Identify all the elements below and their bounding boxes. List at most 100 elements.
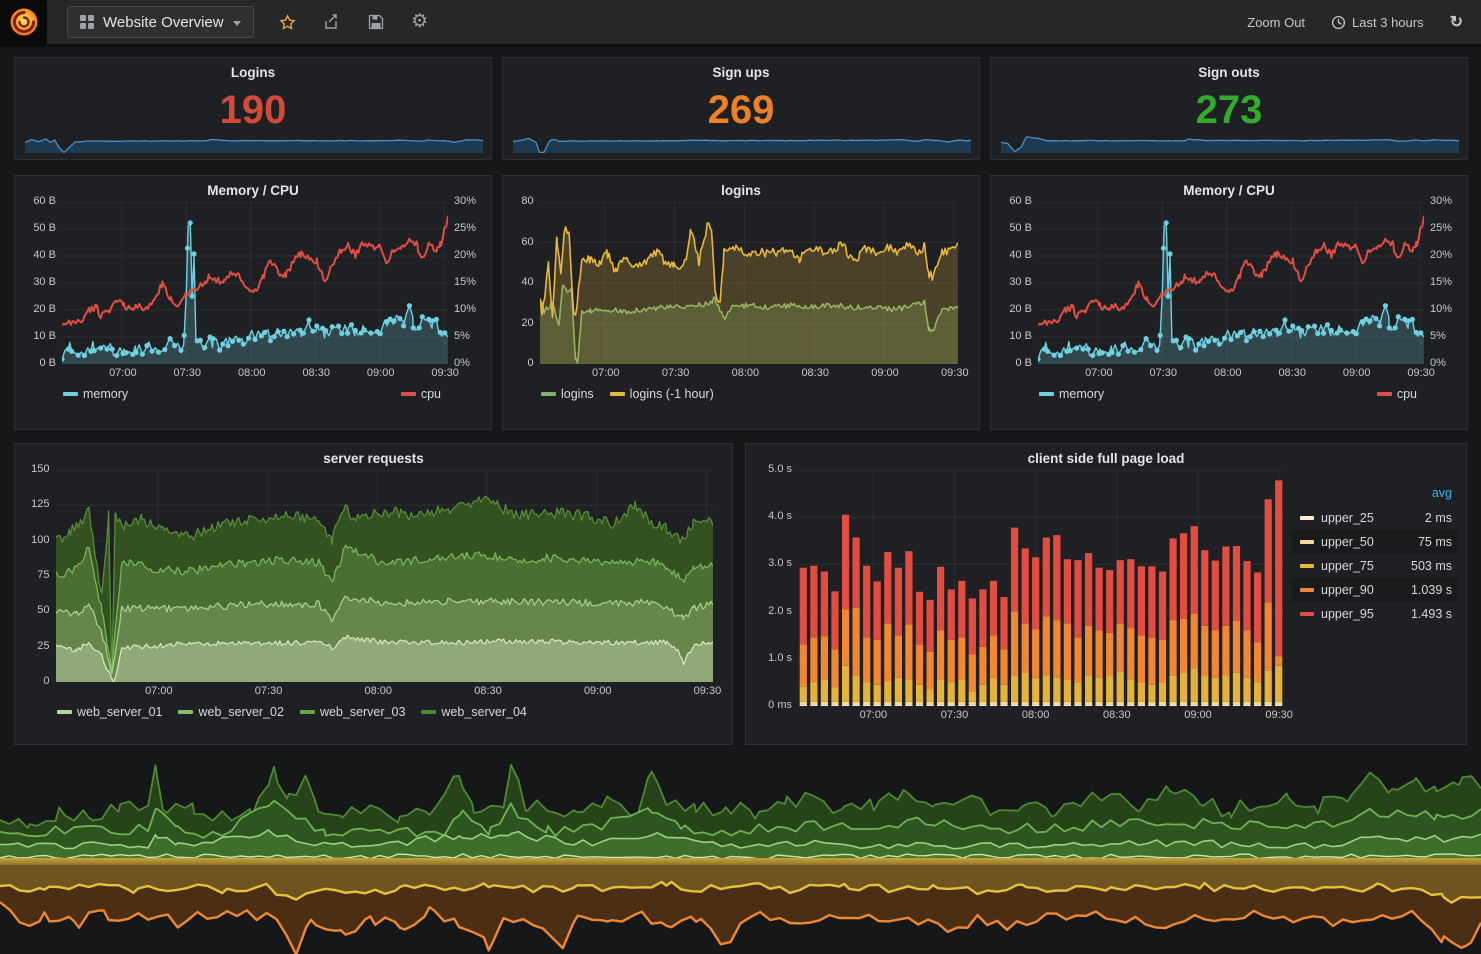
- x-axis-tick: 08:00: [354, 685, 402, 697]
- sparkline: [513, 121, 969, 153]
- grafana-logo-icon[interactable]: [0, 0, 47, 44]
- axis-tick: 20%: [1424, 249, 1459, 261]
- axis-tick: 50: [23, 604, 56, 616]
- legend-row[interactable]: upper_901.039 s: [1292, 578, 1458, 602]
- dashboard-picker[interactable]: Website Overview: [67, 6, 254, 38]
- time-range-label: Last 3 hours: [1352, 15, 1424, 30]
- share-icon[interactable]: [322, 12, 342, 32]
- legend-row[interactable]: upper_951.493 s: [1292, 602, 1458, 626]
- axis-tick: 10 B: [23, 330, 62, 342]
- x-axis-tick: 07:30: [245, 685, 293, 697]
- legend-avg-value: 75 ms: [1418, 535, 1452, 549]
- axis-tick: 50 B: [999, 222, 1038, 234]
- panel-title[interactable]: client side full page load: [754, 447, 1458, 470]
- axis-tick: 15%: [448, 276, 483, 288]
- panel-signouts-stat: Sign outs 273: [990, 57, 1468, 160]
- logins-chart: 80604020007:0007:3008:0008:3009:0009:30l…: [511, 202, 971, 401]
- panel-logins-chart: logins 80604020007:0007:3008:0008:3009:0…: [502, 175, 980, 430]
- panel-title[interactable]: server requests: [23, 447, 724, 470]
- axis-tick: 0 B: [999, 357, 1038, 369]
- legend-label: cpu: [421, 387, 441, 401]
- panel-title[interactable]: Sign ups: [511, 61, 971, 84]
- panel-title[interactable]: Memory / CPU: [23, 179, 483, 202]
- legend-color-dash: [1300, 540, 1314, 544]
- legend-label: memory: [83, 387, 128, 401]
- time-range-picker[interactable]: Last 3 hours: [1331, 15, 1424, 30]
- legend-label: upper_95: [1321, 607, 1411, 621]
- chart-legend: logins logins (-1 hour): [541, 387, 971, 401]
- panel-title[interactable]: Memory / CPU: [999, 179, 1459, 202]
- legend-item[interactable]: web_server_03: [300, 705, 405, 719]
- legend-label: upper_90: [1321, 583, 1411, 597]
- axis-tick: 10%: [1424, 303, 1459, 315]
- legend-item[interactable]: logins (-1 hour): [610, 387, 714, 401]
- panel-memory-cpu-left: Memory / CPU 60 B50 B40 B30 B20 B10 B0 B…: [14, 175, 492, 430]
- axis-tick: 80: [511, 195, 540, 207]
- dashboard-grid-icon: [80, 15, 94, 29]
- x-axis-tick: 09:00: [574, 685, 622, 697]
- x-axis-tick: 08:30: [464, 685, 512, 697]
- chart-legend: memory cpu: [63, 387, 441, 401]
- legend-label: upper_50: [1321, 535, 1418, 549]
- clock-icon: [1331, 15, 1346, 30]
- axis-tick: 40 B: [23, 249, 62, 261]
- axis-tick: 60: [511, 236, 540, 248]
- legend-color-dash: [541, 392, 556, 396]
- legend-row[interactable]: upper_75503 ms: [1292, 554, 1458, 578]
- zoom-out-button[interactable]: Zoom Out: [1247, 15, 1305, 30]
- legend-item[interactable]: web_server_04: [421, 705, 526, 719]
- axis-tick: 20 B: [23, 303, 62, 315]
- x-axis-tick: 07:00: [1075, 367, 1123, 379]
- legend-item[interactable]: cpu: [401, 387, 441, 401]
- axis-tick: 1.0 s: [754, 652, 798, 664]
- legend-row[interactable]: upper_5075 ms: [1292, 530, 1458, 554]
- sparkline: [25, 121, 481, 153]
- legend-label: web_server_03: [320, 705, 405, 719]
- legend-label: web_server_04: [441, 705, 526, 719]
- grafana-dashboard: Website Overview ⚙ Zoom Out Last 3 hours…: [0, 0, 1481, 954]
- x-axis-tick: 09:30: [1397, 367, 1445, 379]
- panel-title[interactable]: logins: [511, 179, 971, 202]
- legend-color-dash: [1300, 564, 1314, 568]
- legend-color-dash: [1300, 516, 1314, 520]
- axis-tick: 3.0 s: [754, 557, 798, 569]
- axis-tick: 5.0 s: [754, 463, 798, 475]
- axis-tick: 100: [23, 534, 56, 546]
- axis-tick: 30 B: [999, 276, 1038, 288]
- legend-item[interactable]: logins: [541, 387, 594, 401]
- chart-legend: web_server_01 web_server_02 web_server_03 w…: [57, 705, 724, 719]
- axis-tick: 10%: [448, 303, 483, 315]
- legend-item[interactable]: web_server_02: [178, 705, 283, 719]
- x-axis-tick: 08:30: [1093, 709, 1141, 721]
- legend-color-dash: [178, 710, 193, 714]
- dashboard-title: Website Overview: [103, 14, 224, 31]
- legend-color-dash: [300, 710, 315, 714]
- legend-item[interactable]: memory: [1039, 387, 1104, 401]
- axis-tick: 10 B: [999, 330, 1038, 342]
- x-axis-tick: 08:00: [228, 367, 276, 379]
- legend-item[interactable]: web_server_01: [57, 705, 162, 719]
- panel-title[interactable]: Sign outs: [999, 61, 1459, 84]
- save-icon[interactable]: [366, 12, 386, 32]
- legend-avg-header: avg: [1432, 486, 1452, 500]
- legend-item[interactable]: memory: [63, 387, 128, 401]
- x-axis-tick: 07:00: [99, 367, 147, 379]
- axis-tick: 20 B: [999, 303, 1038, 315]
- legend-item[interactable]: cpu: [1377, 387, 1417, 401]
- axis-tick: 0: [23, 675, 56, 687]
- star-icon[interactable]: [278, 12, 298, 32]
- x-axis-tick: 07:00: [135, 685, 183, 697]
- x-axis-tick: 09:00: [1333, 367, 1381, 379]
- panel-title[interactable]: Logins: [23, 61, 483, 84]
- refresh-icon[interactable]: ↻: [1450, 12, 1463, 32]
- axis-tick: 25%: [1424, 222, 1459, 234]
- panel-client-load: client side full page load 5.0 s4.0 s3.0…: [745, 443, 1467, 745]
- legend-avg-value: 2 ms: [1425, 511, 1452, 525]
- legend-label: cpu: [1397, 387, 1417, 401]
- legend-row[interactable]: upper_252 ms: [1292, 506, 1458, 530]
- settings-gear-icon[interactable]: ⚙: [410, 12, 430, 32]
- axis-tick: 30%: [448, 195, 483, 207]
- legend-label: logins: [561, 387, 594, 401]
- chart-legend: memory cpu: [1039, 387, 1417, 401]
- legend-color-dash: [57, 710, 72, 714]
